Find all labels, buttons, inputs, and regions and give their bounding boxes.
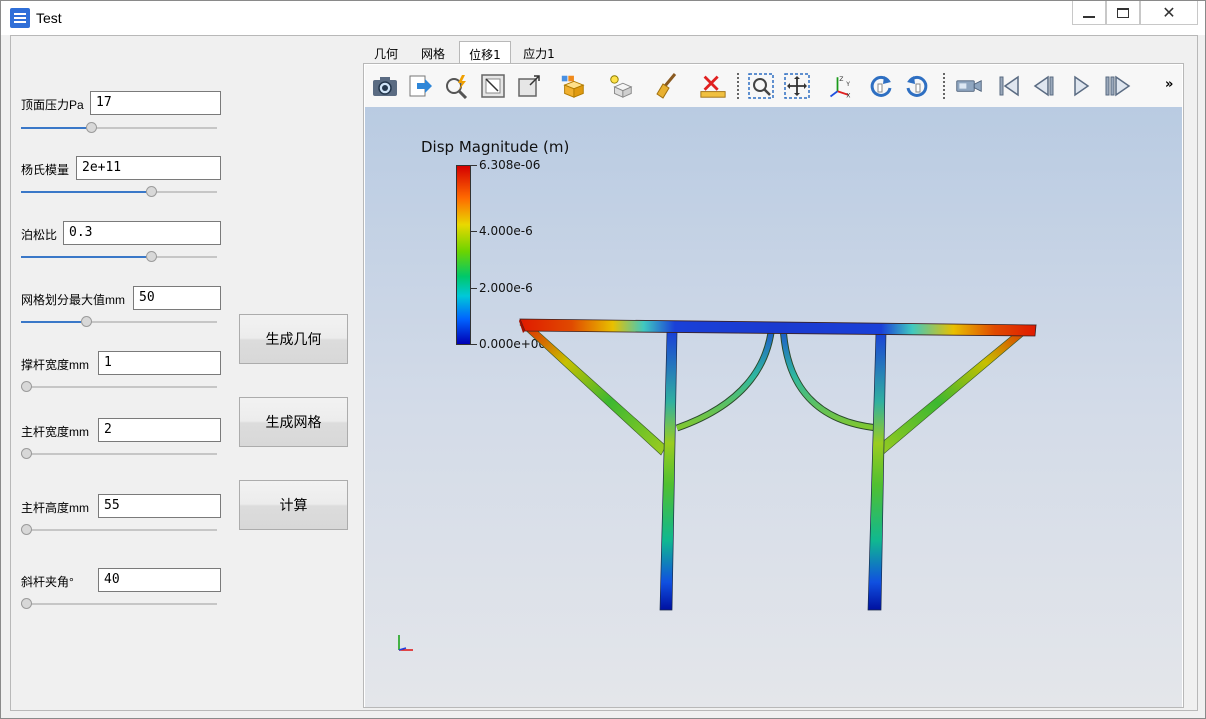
- zoom-to-box-icon[interactable]: [515, 72, 543, 100]
- maximize-button[interactable]: [1106, 1, 1140, 25]
- main-rod-height-label: 主杆高度mm: [21, 501, 89, 515]
- top-pressure-slider[interactable]: [21, 122, 217, 134]
- poisson-ratio-label: 泊松比: [21, 228, 58, 242]
- slider-handle[interactable]: [21, 524, 32, 535]
- minimize-button[interactable]: [1072, 1, 1106, 25]
- window-title: Test: [36, 10, 62, 26]
- poisson-ratio-input[interactable]: 0.3: [63, 221, 221, 245]
- main-rod-width-slider[interactable]: [21, 448, 217, 460]
- top-pressure-label: 顶面压力Pa: [21, 98, 84, 112]
- zoom-select-icon[interactable]: [747, 72, 775, 100]
- mesh-max-size-slider[interactable]: [21, 316, 217, 328]
- main-rod-height-input[interactable]: 55: [98, 494, 221, 518]
- prev-frame-icon[interactable]: [1031, 72, 1059, 100]
- mesh-max-size-label: 网格划分最大值mm: [21, 293, 125, 307]
- first-frame-icon[interactable]: [995, 72, 1023, 100]
- diagonal-angle-slider[interactable]: [21, 598, 217, 610]
- slider-handle[interactable]: [146, 186, 157, 197]
- slider-track: [21, 529, 217, 531]
- slider-handle[interactable]: [21, 598, 32, 609]
- title-bar[interactable]: Test ✕: [1, 1, 1205, 35]
- strut-width-input[interactable]: 1: [98, 351, 221, 375]
- ruler-icon[interactable]: [699, 72, 727, 100]
- toolbar-separator: [737, 73, 739, 99]
- main-rod-height-slider[interactable]: [21, 524, 217, 536]
- reset-view-icon[interactable]: [479, 72, 507, 100]
- svg-text:Y: Y: [845, 81, 850, 88]
- brush-icon[interactable]: [653, 72, 681, 100]
- slider-track: [21, 453, 217, 455]
- camera-record-icon[interactable]: [955, 72, 983, 100]
- pick-icon[interactable]: [443, 72, 471, 100]
- compute-button[interactable]: 计算: [239, 480, 348, 530]
- pan-icon[interactable]: [783, 72, 811, 100]
- slider-fill: [21, 256, 146, 258]
- slider-fill: [21, 321, 81, 323]
- minimize-icon: [1083, 15, 1095, 18]
- export-icon[interactable]: [407, 72, 435, 100]
- tab-geometry[interactable]: 几何: [363, 41, 409, 63]
- slider-handle[interactable]: [81, 316, 92, 327]
- axes-icon[interactable]: ZYX: [827, 72, 855, 100]
- mesh-max-size-input[interactable]: 50: [133, 286, 221, 310]
- strut-width-slider[interactable]: [21, 381, 217, 393]
- tab-stress[interactable]: 应力1: [513, 41, 565, 63]
- youngs-modulus-slider[interactable]: [21, 186, 217, 198]
- app-window: Test ✕ 顶面压力Pa 17 杨氏模量 2e+11 泊松比 0.3 网格划分最大值mm 5…: [0, 0, 1206, 719]
- rotate-ccw-icon[interactable]: [903, 72, 931, 100]
- toolbar-overflow-button[interactable]: »: [1165, 77, 1173, 92]
- camera-icon[interactable]: [371, 72, 399, 100]
- app-icon: [10, 8, 30, 28]
- generate-mesh-button[interactable]: 生成网格: [239, 397, 348, 447]
- top-pressure-input[interactable]: 17: [90, 91, 221, 115]
- generate-geometry-button[interactable]: 生成几何: [239, 314, 348, 364]
- close-button[interactable]: ✕: [1140, 1, 1198, 25]
- svg-text:X: X: [846, 92, 850, 99]
- tab-displacement[interactable]: 位移1: [459, 41, 511, 63]
- rotate-cw-icon[interactable]: [867, 72, 895, 100]
- svg-text:Z: Z: [839, 76, 843, 83]
- slider-handle[interactable]: [21, 448, 32, 459]
- slider-handle[interactable]: [146, 251, 157, 262]
- slider-track: [21, 386, 217, 388]
- result-viewer: ZYX » Disp Magnitude (m) 6.308e-06 4.000…: [363, 63, 1184, 708]
- maximize-icon: [1117, 7, 1129, 18]
- slider-fill: [21, 127, 86, 129]
- orientation-axes-icon: [398, 635, 413, 651]
- show-box-icon[interactable]: [559, 72, 587, 100]
- displacement-model: [519, 318, 1037, 611]
- viewer-toolbar: ZYX »: [365, 65, 1182, 107]
- 3d-render-view[interactable]: Disp Magnitude (m) 6.308e-06 4.000e-6 2.…: [365, 107, 1182, 707]
- play-icon[interactable]: [1067, 72, 1095, 100]
- slider-handle[interactable]: [86, 122, 97, 133]
- strut-width-label: 撑杆宽度mm: [21, 358, 89, 372]
- diagonal-angle-label: 斜杆夹角°: [21, 575, 74, 589]
- poisson-ratio-slider[interactable]: [21, 251, 217, 263]
- youngs-modulus-input[interactable]: 2e+11: [76, 156, 221, 180]
- diagonal-angle-input[interactable]: 40: [98, 568, 221, 592]
- slider-handle[interactable]: [21, 381, 32, 392]
- main-rod-width-input[interactable]: 2: [98, 418, 221, 442]
- main-rod-width-label: 主杆宽度mm: [21, 425, 89, 439]
- youngs-modulus-label: 杨氏模量: [21, 163, 70, 177]
- close-icon: ✕: [1162, 2, 1176, 22]
- slider-track: [21, 603, 217, 605]
- surface-icon[interactable]: [607, 72, 635, 100]
- tab-mesh[interactable]: 网格: [409, 41, 457, 63]
- last-frame-icon[interactable]: [1103, 72, 1131, 100]
- slider-fill: [21, 191, 146, 193]
- toolbar-separator: [943, 73, 945, 99]
